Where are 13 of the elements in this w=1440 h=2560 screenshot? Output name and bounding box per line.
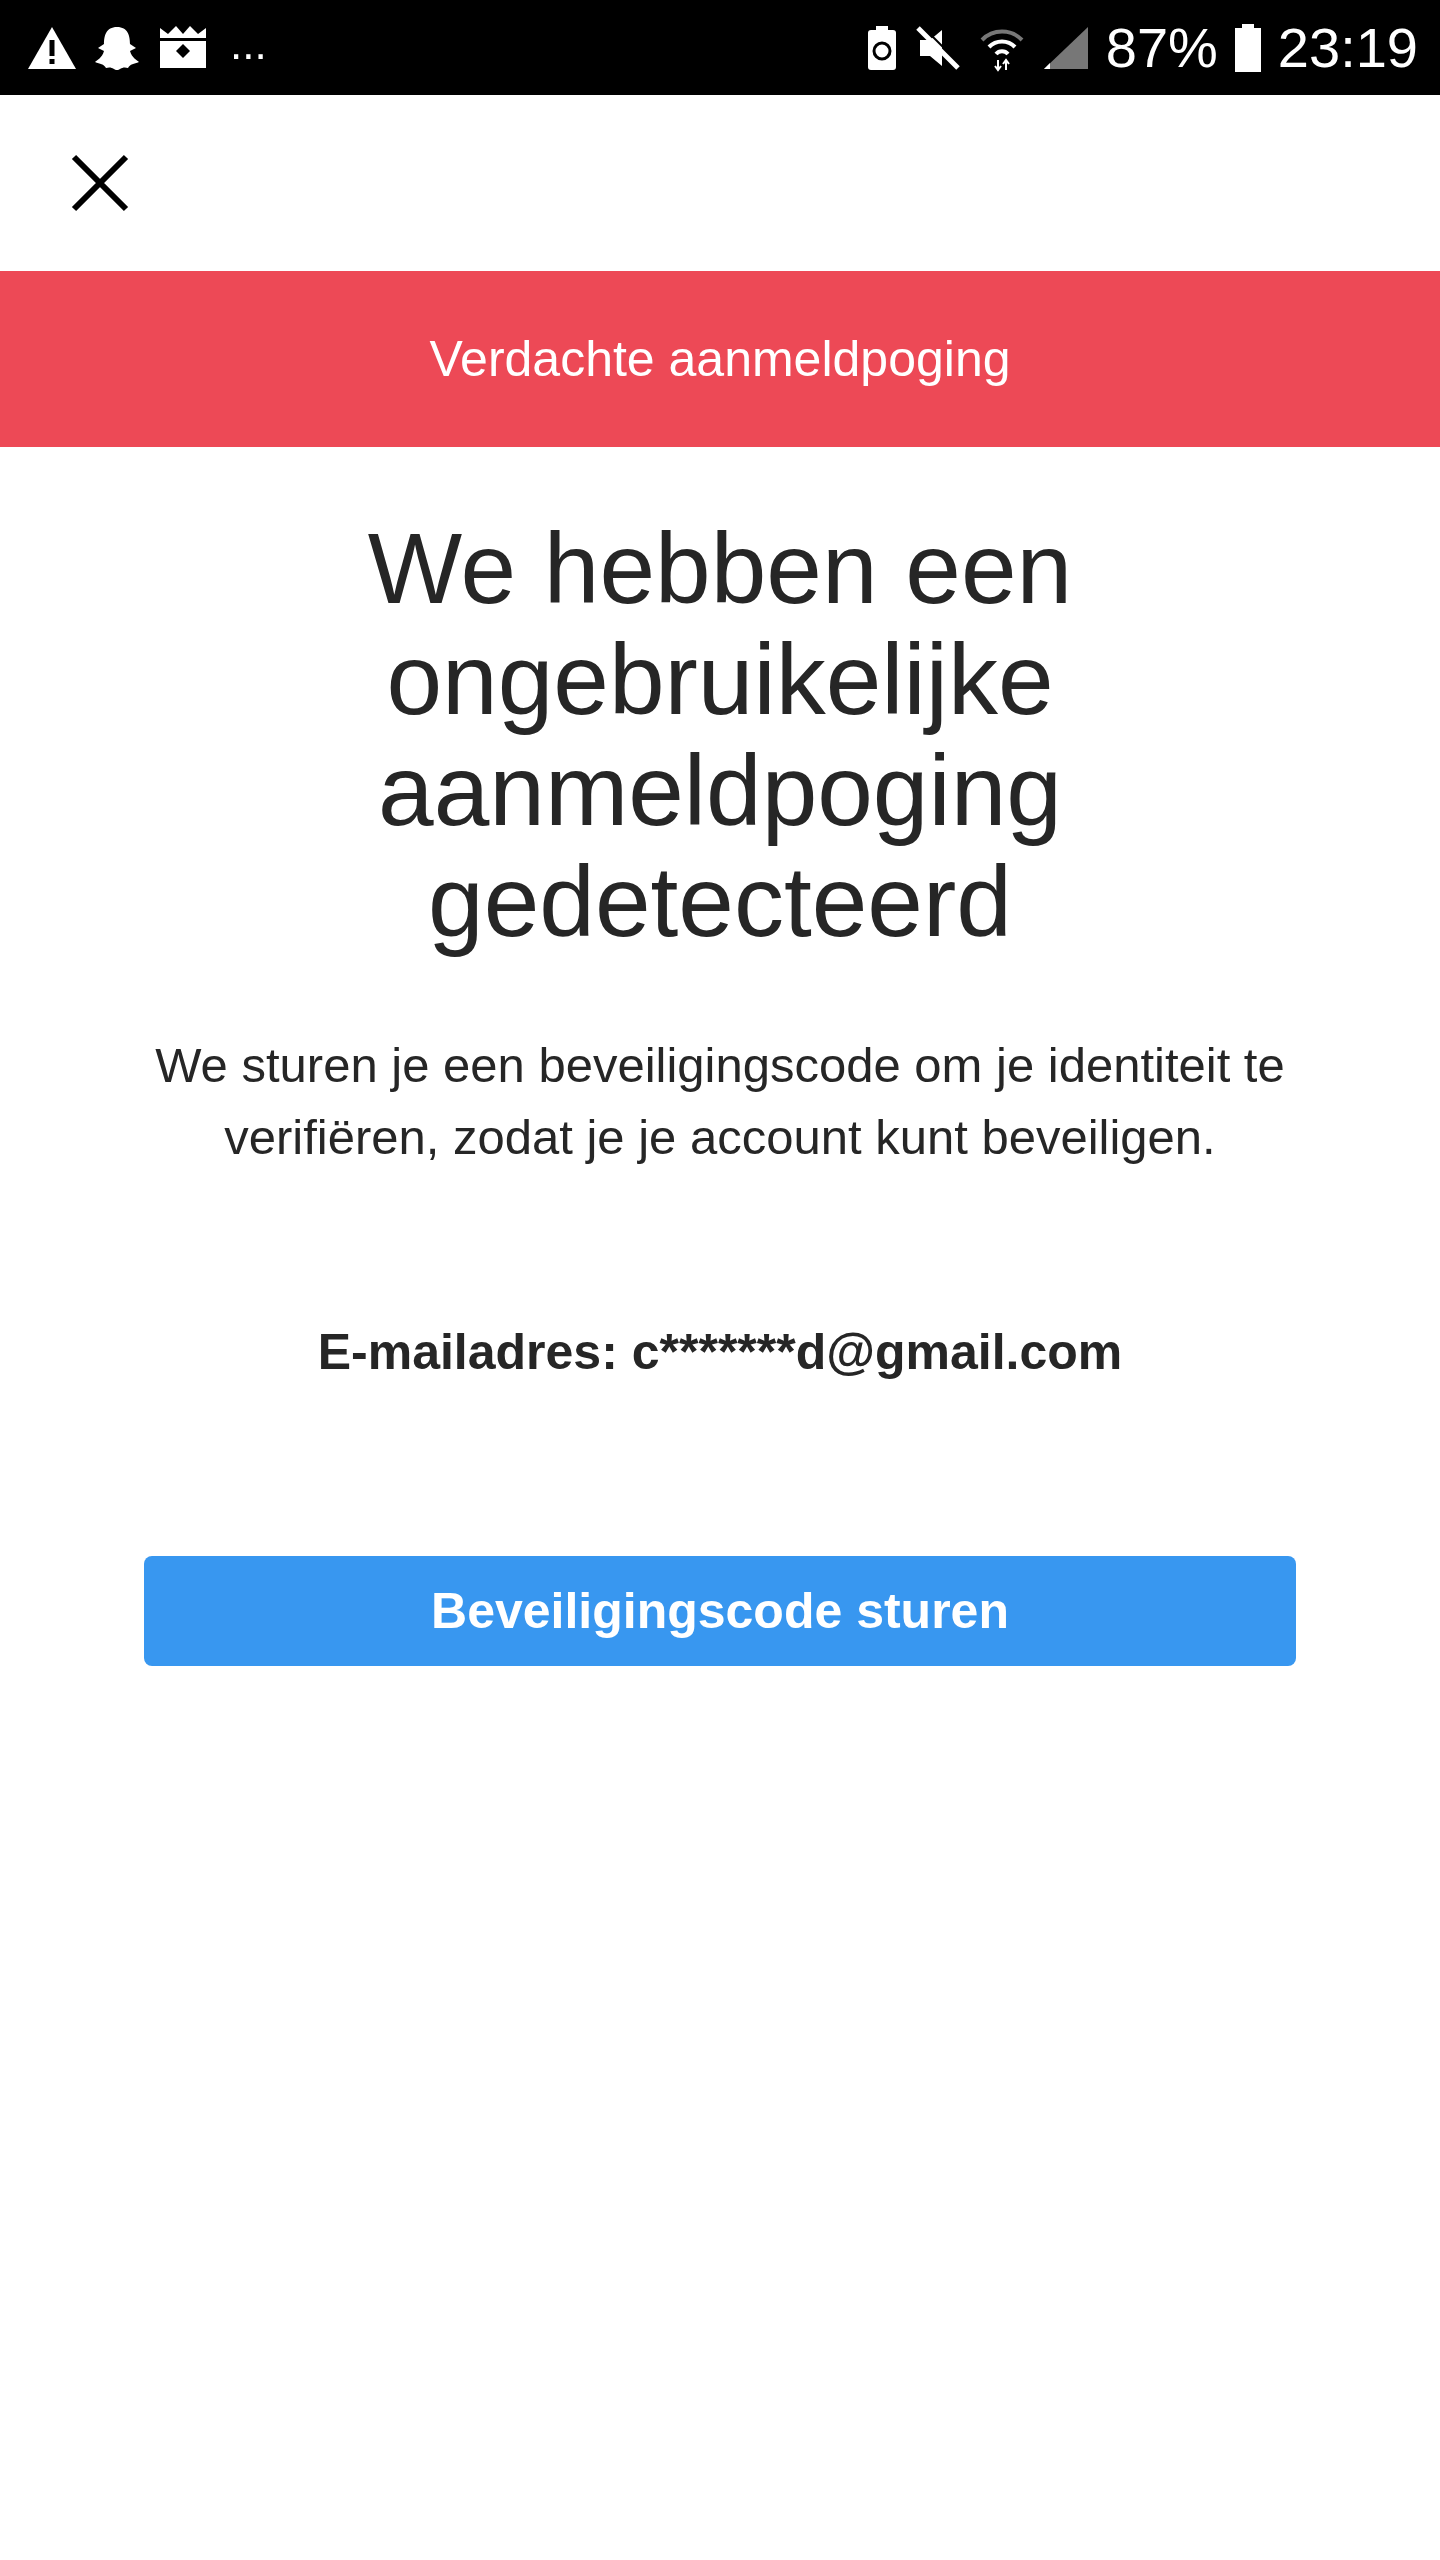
battery-icon [1233, 22, 1262, 73]
battery-percent: 87% [1105, 19, 1218, 76]
more-notifications: ... [230, 21, 267, 70]
close-icon [70, 153, 130, 213]
email-address: E-mailadres: c*******d@gmail.com [316, 1323, 1124, 1381]
battery-saver-icon [865, 23, 898, 72]
clock: 23:19 [1277, 19, 1418, 76]
heading: We hebben een ongebruikelijke aanmeldpoging gedetecteerd [366, 513, 1074, 957]
banner-text: Verdachte aanmeldpoging [429, 330, 1011, 388]
mute-icon [913, 23, 962, 72]
description: We sturen je een beveiligingscode om je identiteit te verifiëren, zodat je je account kunt beveiligen. [154, 1037, 1286, 1166]
close-button[interactable] [70, 153, 130, 213]
send-code-button[interactable]: Beveiligingscode sturen [144, 1556, 1296, 1666]
